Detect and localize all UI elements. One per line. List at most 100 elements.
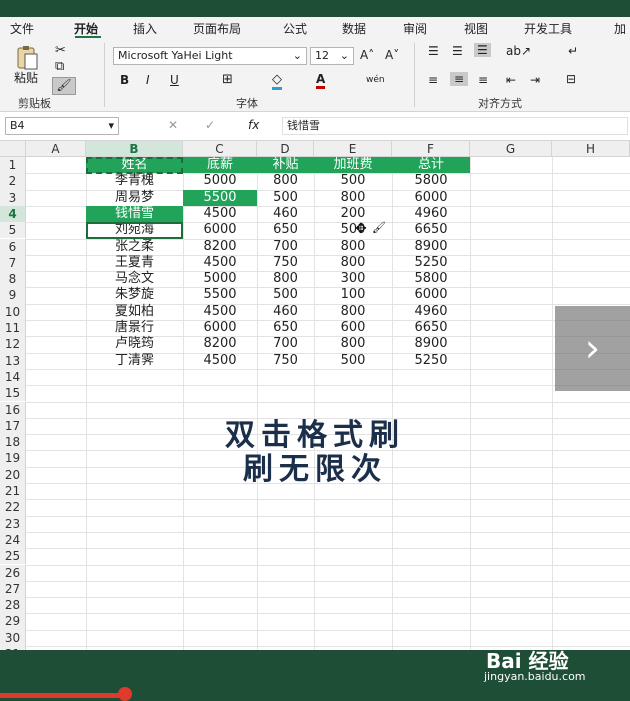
- column-header-e[interactable]: E: [314, 141, 392, 157]
- table-cell[interactable]: 5000: [183, 173, 257, 189]
- paste-button[interactable]: [12, 45, 42, 71]
- row-header-18[interactable]: 18: [0, 434, 26, 451]
- column-header-c[interactable]: C: [183, 141, 257, 157]
- row-header-11[interactable]: 11: [0, 320, 26, 337]
- font-size-select[interactable]: 12 ⌄: [310, 47, 354, 65]
- table-cell[interactable]: 张之柔: [86, 239, 183, 255]
- cancel-icon[interactable]: ✕: [168, 118, 178, 132]
- table-cell[interactable]: 5800: [392, 271, 470, 287]
- table-cell[interactable]: 5250: [392, 353, 470, 369]
- row-header-14[interactable]: 14: [0, 368, 26, 386]
- column-header-d[interactable]: D: [257, 141, 314, 157]
- tab-data[interactable]: 数据: [342, 20, 366, 37]
- wrap-text-icon[interactable]: ↵: [568, 44, 578, 58]
- table-cell[interactable]: 500: [257, 190, 314, 206]
- table-header-cell[interactable]: 底薪: [183, 157, 257, 173]
- row-header-12[interactable]: 12: [0, 336, 26, 353]
- orientation-icon[interactable]: ab↗: [506, 44, 531, 58]
- table-cell[interactable]: 750: [257, 255, 314, 271]
- table-cell[interactable]: 4960: [392, 206, 470, 222]
- table-cell[interactable]: 460: [257, 304, 314, 320]
- row-header-15[interactable]: 15: [0, 385, 26, 402]
- table-cell[interactable]: 500: [314, 353, 392, 369]
- font-color-button[interactable]: A: [316, 72, 326, 89]
- table-cell[interactable]: 5500: [183, 287, 257, 303]
- table-cell[interactable]: 王夏青: [86, 255, 183, 271]
- table-cell[interactable]: 5500: [183, 189, 257, 206]
- table-header-cell[interactable]: 补贴: [257, 157, 314, 173]
- table-cell[interactable]: 6650: [392, 320, 470, 336]
- table-cell[interactable]: 马念文: [86, 271, 183, 287]
- table-header-cell[interactable]: 总计: [392, 157, 470, 173]
- table-cell[interactable]: 5800: [392, 173, 470, 189]
- table-cell[interactable]: 卢晓筠: [86, 336, 183, 352]
- table-cell[interactable]: 700: [257, 336, 314, 352]
- table-cell[interactable]: 5000: [183, 271, 257, 287]
- row-header-27[interactable]: 27: [0, 580, 26, 598]
- align-right-icon[interactable]: ≡: [478, 73, 488, 87]
- column-header-a[interactable]: A: [26, 141, 86, 157]
- format-painter-button[interactable]: 🖌: [52, 77, 76, 95]
- row-header-19[interactable]: 19: [0, 450, 26, 467]
- row-header-24[interactable]: 24: [0, 531, 26, 549]
- table-cell[interactable]: 钱惜雪: [86, 205, 183, 222]
- table-cell[interactable]: 300: [314, 271, 392, 287]
- column-header-h[interactable]: H: [552, 141, 630, 157]
- increase-indent-icon[interactable]: ⇥: [530, 73, 540, 87]
- cut-icon[interactable]: ✂: [55, 43, 66, 58]
- copy-icon[interactable]: ⧉: [55, 59, 64, 74]
- table-cell[interactable]: 800: [257, 271, 314, 287]
- table-cell[interactable]: 800: [314, 255, 392, 271]
- row-header-9[interactable]: 9: [0, 287, 26, 304]
- row-header-29[interactable]: 29: [0, 613, 26, 630]
- borders-icon[interactable]: ⊞: [222, 72, 233, 87]
- row-header-5[interactable]: 5: [0, 222, 26, 239]
- column-header-g[interactable]: G: [470, 141, 552, 157]
- name-box[interactable]: B4 ▾: [5, 117, 119, 135]
- row-header-4[interactable]: 4: [0, 205, 26, 223]
- row-header-1[interactable]: 1: [0, 157, 26, 174]
- table-cell[interactable]: 4500: [183, 255, 257, 271]
- align-bottom-icon[interactable]: ☰: [474, 43, 491, 57]
- table-cell[interactable]: 夏如柏: [86, 304, 183, 320]
- table-cell[interactable]: 朱梦旋: [86, 287, 183, 303]
- row-header-21[interactable]: 21: [0, 483, 26, 500]
- row-header-30[interactable]: 30: [0, 629, 26, 646]
- tab-more[interactable]: 加: [614, 20, 626, 37]
- table-cell[interactable]: 600: [314, 320, 392, 336]
- table-cell[interactable]: 650: [257, 222, 314, 238]
- table-cell[interactable]: 6000: [183, 222, 257, 238]
- table-cell[interactable]: 200: [314, 206, 392, 222]
- table-cell[interactable]: 8200: [183, 239, 257, 255]
- table-cell[interactable]: 500: [314, 173, 392, 189]
- grow-font-button[interactable]: A˄: [360, 48, 374, 62]
- table-cell[interactable]: 750: [257, 353, 314, 369]
- worksheet-grid[interactable]: A B C D E F G H 1 2 3 4 5 6 7 8 9 10 11 12 13 14 15 16 1…: [0, 141, 630, 650]
- table-cell[interactable]: 700: [257, 239, 314, 255]
- row-header-7[interactable]: 7: [0, 254, 26, 272]
- tab-formulas[interactable]: 公式: [283, 20, 307, 37]
- row-header-10[interactable]: 10: [0, 303, 26, 320]
- table-cell[interactable]: 6650: [392, 222, 470, 238]
- table-cell[interactable]: 800: [314, 304, 392, 320]
- column-header-b[interactable]: B: [86, 141, 183, 157]
- bold-button[interactable]: B: [120, 73, 129, 87]
- font-name-select[interactable]: Microsoft YaHei Light ⌄: [113, 47, 307, 65]
- row-header-22[interactable]: 22: [0, 499, 26, 516]
- underline-button[interactable]: U: [170, 73, 179, 87]
- align-left-icon[interactable]: ≡: [428, 73, 438, 87]
- select-all-corner[interactable]: [0, 141, 26, 157]
- decrease-indent-icon[interactable]: ⇤: [506, 73, 516, 87]
- table-cell[interactable]: 800: [257, 173, 314, 189]
- table-cell[interactable]: 500: [257, 287, 314, 303]
- align-top-icon[interactable]: ☰: [428, 44, 439, 58]
- row-header-16[interactable]: 16: [0, 401, 26, 418]
- table-cell[interactable]: 周易梦: [86, 190, 183, 206]
- table-cell[interactable]: 460: [257, 206, 314, 222]
- shrink-font-button[interactable]: A˅: [385, 48, 399, 62]
- row-header-23[interactable]: 23: [0, 515, 26, 532]
- table-cell[interactable]: 650: [257, 320, 314, 336]
- phonetic-guide-icon[interactable]: wén: [366, 75, 385, 85]
- video-progress-knob[interactable]: [118, 687, 132, 701]
- row-header-6[interactable]: 6: [0, 238, 26, 255]
